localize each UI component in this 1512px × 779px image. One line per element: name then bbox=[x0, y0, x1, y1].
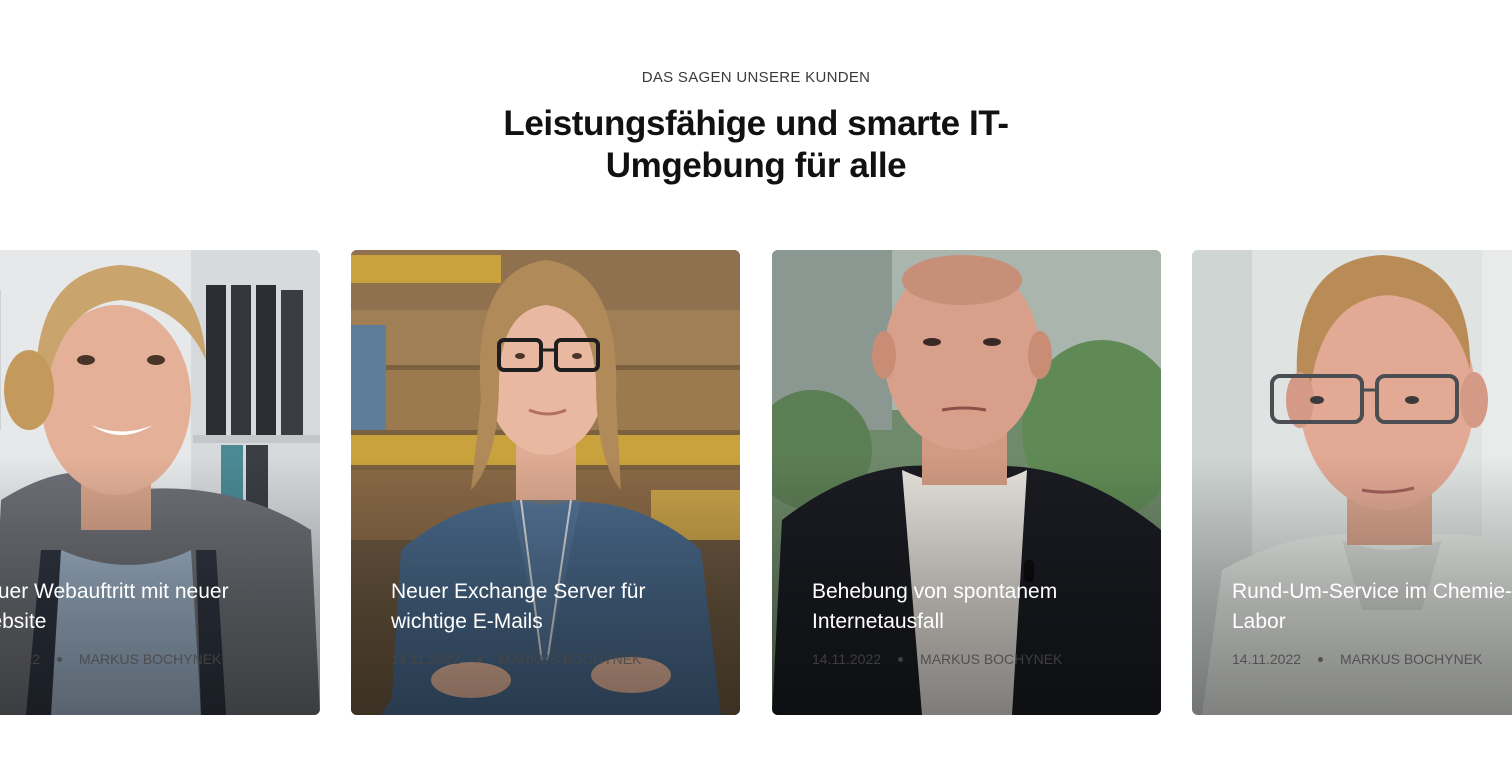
card-meta: 14.11.2022 MARKUS BOCHYNEK bbox=[1232, 651, 1482, 667]
testimonial-carousel[interactable]: Neuer Webauftritt mit neuer Website 14.1… bbox=[0, 250, 1512, 715]
testimonial-card[interactable]: Rund-Um-Service im Chemie-Labor 14.11.20… bbox=[1192, 250, 1512, 715]
card-title[interactable]: Neuer Exchange Server für wichtige E-Mai… bbox=[391, 577, 721, 637]
card-date: 14.11.2022 bbox=[0, 651, 41, 667]
card-date: 14.11.2022 bbox=[1232, 651, 1302, 667]
card-author: MARKUS BOCHYNEK bbox=[79, 651, 222, 667]
card-meta: 14.11.2022 MARKUS BOCHYNEK bbox=[0, 651, 221, 667]
card-date: 14.11.2022 bbox=[812, 651, 882, 667]
separator-dot-icon bbox=[477, 656, 483, 662]
card-author: MARKUS BOCHYNEK bbox=[920, 651, 1063, 667]
separator-dot-icon bbox=[1318, 656, 1324, 662]
testimonials-section: DAS SAGEN UNSERE KUNDEN Leistungsfähige … bbox=[0, 0, 1512, 779]
card-title[interactable]: Behebung von spontanem Internetausfall bbox=[812, 577, 1142, 637]
separator-dot-icon bbox=[898, 656, 904, 662]
testimonial-card[interactable]: Neuer Exchange Server für wichtige E-Mai… bbox=[351, 250, 740, 715]
card-title[interactable]: Neuer Webauftritt mit neuer Website bbox=[0, 577, 301, 637]
testimonial-card[interactable]: Behebung von spontanem Internetausfall 1… bbox=[772, 250, 1161, 715]
testimonial-card[interactable]: Neuer Webauftritt mit neuer Website 14.1… bbox=[0, 250, 320, 715]
section-eyebrow: DAS SAGEN UNSERE KUNDEN bbox=[641, 69, 871, 86]
card-author: MARKUS BOCHYNEK bbox=[499, 651, 642, 667]
card-date: 14.11.2022 bbox=[391, 651, 461, 667]
separator-dot-icon bbox=[57, 656, 63, 662]
card-title[interactable]: Rund-Um-Service im Chemie-Labor bbox=[1232, 577, 1512, 637]
section-headline: Leistungsfähige und smarte IT-Umgebung f… bbox=[503, 104, 1009, 185]
card-meta: 14.11.2022 MARKUS BOCHYNEK bbox=[812, 651, 1062, 667]
card-author: MARKUS BOCHYNEK bbox=[1340, 651, 1483, 667]
card-meta: 14.11.2022 MARKUS BOCHYNEK bbox=[391, 651, 641, 667]
